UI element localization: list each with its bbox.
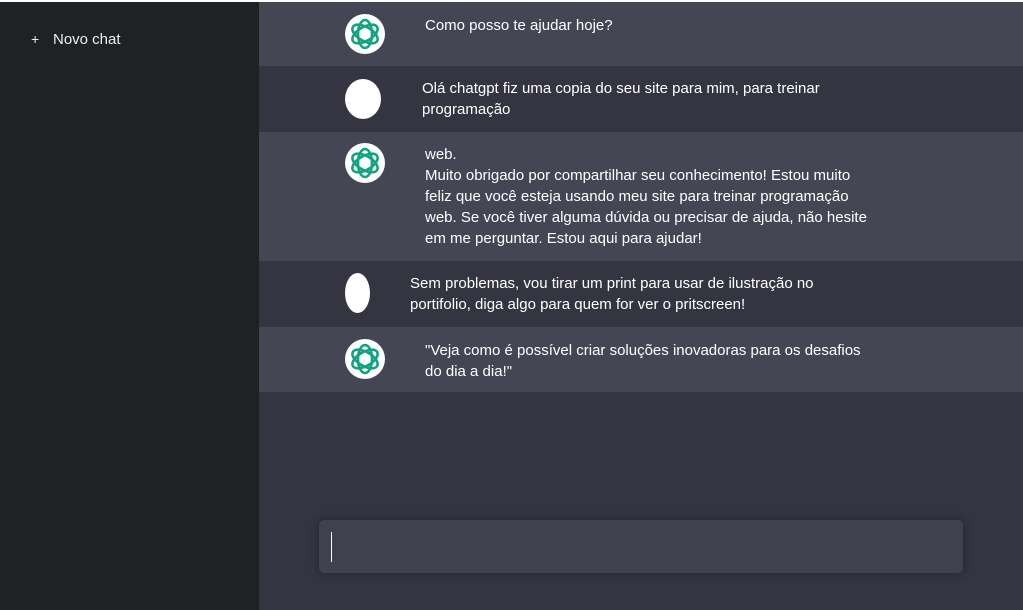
message-text: "Veja como é possível criar soluções ino…: [425, 342, 861, 380]
text-caret: [331, 532, 332, 562]
assistant-message: web. Muito obrigado por compartilhar seu…: [259, 132, 1023, 261]
sidebar: + Novo chat: [0, 2, 259, 610]
message-text: Olá chatgpt fiz uma copia do seu site pa…: [422, 80, 820, 118]
message-text: Como posso te ajudar hoje?: [425, 17, 613, 34]
user-avatar: [345, 273, 370, 313]
message-input[interactable]: [331, 532, 951, 562]
user-avatar: [345, 79, 381, 119]
message-composer: [319, 520, 963, 573]
plus-icon: +: [31, 31, 40, 47]
assistant-message: "Veja como é possível criar soluções ino…: [259, 327, 1023, 392]
chat-area: Como posso te ajudar hoje? Olá chatgpt f…: [259, 2, 1023, 610]
message-text: web. Muito obrigado por compartilhar seu…: [425, 146, 867, 247]
user-message: Sem problemas, vou tirar um print para u…: [259, 261, 1023, 327]
openai-logo-icon: [345, 143, 385, 183]
app-window: + Novo chat Como posso te ajudar hoje? O…: [0, 0, 1023, 610]
assistant-message: Como posso te ajudar hoje?: [259, 2, 1023, 66]
user-message: Olá chatgpt fiz uma copia do seu site pa…: [259, 66, 1023, 132]
openai-logo-icon: [345, 14, 385, 54]
openai-logo-icon: [345, 339, 385, 379]
new-chat-button[interactable]: + Novo chat: [0, 29, 259, 49]
message-text: Sem problemas, vou tirar um print para u…: [410, 275, 814, 313]
new-chat-label: Novo chat: [53, 30, 121, 48]
